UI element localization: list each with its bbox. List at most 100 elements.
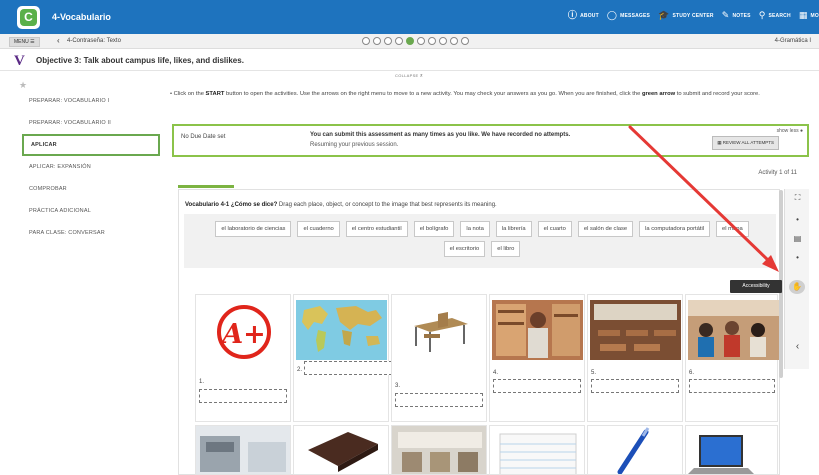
collapse-arrow-icon[interactable]: ‹ <box>785 341 810 352</box>
top-nav-search[interactable]: ⚲ SEARCH <box>759 11 791 20</box>
classroom-image <box>590 300 681 360</box>
bookstore-photo-icon <box>492 300 583 360</box>
word-chip[interactable]: el escritorio <box>443 241 486 257</box>
activity-title: Vocabulario 4-1 ¿Cómo se dice? Drag each… <box>185 202 497 208</box>
sidebar-item[interactable]: PREPARAR: VOCABULARIO I <box>22 90 160 112</box>
sidebar-item[interactable]: PARA CLASE: CONVERSAR <box>22 222 160 244</box>
word-chip[interactable]: el libro <box>491 241 521 257</box>
back-arrow-icon[interactable]: ‹ <box>57 36 60 45</box>
page-dots <box>362 37 469 45</box>
resume-message: Resuming your previous session. <box>310 142 399 148</box>
app-logo[interactable]: C <box>17 6 40 29</box>
cell-number: 5. <box>591 370 597 376</box>
fullscreen-icon[interactable]: ⛶ <box>785 193 810 203</box>
image-cell-3: 3. <box>391 294 487 422</box>
sub-bar: MENU ☰ ‹ 4-Contraseña: Texto 4-Gramática… <box>0 34 819 49</box>
word-chip[interactable]: el mapa <box>716 221 749 237</box>
desk-image <box>394 300 485 360</box>
image-cell-6: 6. <box>685 294 779 422</box>
page-dot[interactable] <box>428 37 436 45</box>
page-dot[interactable] <box>362 37 370 45</box>
study-center-icon: 🎓 <box>658 10 670 20</box>
image-cell-1: A+ 1. <box>195 294 291 422</box>
laptop-photo-icon <box>686 426 777 474</box>
top-nav-messages[interactable]: ◯ MESSAGES <box>607 11 650 20</box>
word-chip[interactable]: la nota <box>460 221 490 237</box>
page-dot[interactable] <box>461 37 469 45</box>
word-chip[interactable]: la librería <box>495 221 532 237</box>
notes-icon: ✎ <box>721 10 730 20</box>
word-chips: el laboratorio de ciencias el cuaderno el … <box>208 221 756 257</box>
menu-button[interactable]: MENU ☰ <box>9 37 40 47</box>
top-nav-study-center[interactable]: 🎓 STUDY CENTER <box>658 11 714 20</box>
office-photo-icon <box>392 426 486 474</box>
top-nav-label: ABOUT <box>580 12 599 19</box>
word-chip[interactable]: el salón de clase <box>577 221 634 237</box>
top-nav-mo[interactable]: ▦ MO <box>799 11 819 20</box>
logo-icon: C <box>20 9 37 26</box>
word-chip[interactable]: el centro estudiantil <box>345 221 408 237</box>
cell-number: 3. <box>395 383 401 389</box>
progress-line <box>178 185 234 188</box>
page-dot[interactable] <box>450 37 458 45</box>
instructions: • Click on the START button to open the … <box>170 90 810 98</box>
drop-zone-1[interactable] <box>199 389 287 403</box>
image-cell-10 <box>489 425 585 475</box>
top-nav: ⓘ ABOUT ◯ MESSAGES 🎓 STUDY CENTER ✎ NOTES ⚲ SEARC… <box>568 11 819 20</box>
tool-rail: ⛶ • ▤ • ‹ <box>784 189 809 369</box>
world-map-icon <box>296 300 387 360</box>
map-image <box>296 300 387 360</box>
page-dot[interactable] <box>417 37 425 45</box>
review-all-attempts-button[interactable]: ▦ REVIEW ALL ATTEMPTS <box>712 136 779 150</box>
drop-zone-2[interactable] <box>304 361 392 375</box>
sidebar-item[interactable]: PRÁCTICA ADICIONAL <box>22 200 160 222</box>
page-dot[interactable] <box>384 37 392 45</box>
objective-bar: V Objective 3: Talk about campus life, l… <box>0 50 819 71</box>
accessibility-icon[interactable]: ✋ <box>789 280 805 294</box>
green-arrow-keyword: green arrow <box>641 91 676 97</box>
next-page-link[interactable]: 4-Gramática I <box>775 38 811 44</box>
classroom-photo-icon <box>590 300 681 360</box>
previous-page-link[interactable]: 4-Contraseña: Texto <box>67 38 121 44</box>
top-nav-about[interactable]: ⓘ ABOUT <box>568 11 599 20</box>
sidebar-item[interactable]: COMPROBAR <box>22 178 160 200</box>
drop-zone-5[interactable] <box>591 379 679 393</box>
top-nav-label: NOTES <box>732 12 751 19</box>
page-dot[interactable] <box>439 37 447 45</box>
bookstore-image <box>492 300 583 360</box>
cell-number: 6. <box>689 370 695 376</box>
show-less-link[interactable]: show less ● <box>777 128 803 134</box>
image-cell-5: 5. <box>587 294 683 422</box>
collapse-button[interactable]: COLLAPSE ⊼ <box>395 73 423 78</box>
word-chip[interactable]: el cuarto <box>537 221 572 237</box>
about-icon: ⓘ <box>567 10 578 20</box>
attempts-message: You can submit this assessment as many t… <box>310 132 571 138</box>
dot-icon: • <box>796 253 799 262</box>
drop-zone-4[interactable] <box>493 379 581 393</box>
top-nav-label: STUDY CENTER <box>672 12 714 19</box>
word-chip[interactable]: el laboratorio de ciencias <box>215 221 292 237</box>
image-grid: A+ 1. 2. 3. 4. 5. 6. <box>193 291 779 475</box>
word-chip[interactable]: el bolígrafo <box>413 221 455 237</box>
instructions-text: • Click on the <box>170 91 206 97</box>
page-dot[interactable] <box>373 37 381 45</box>
image-cell-12 <box>685 425 778 475</box>
more-icon: ▦ <box>798 10 808 20</box>
page-dot[interactable] <box>395 37 403 45</box>
word-chip[interactable]: el cuaderno <box>297 221 340 237</box>
document-icon[interactable]: ▤ <box>785 234 810 243</box>
due-date-label: No Due Date set <box>181 134 226 140</box>
activity-counter: Activity 1 of 11 <box>758 170 797 176</box>
word-bank: el laboratorio de ciencias el cuaderno el … <box>184 214 776 268</box>
app-title: 4-Vocabulario <box>52 12 111 22</box>
drop-zone-3[interactable] <box>395 393 483 407</box>
word-chip[interactable]: la computadora portátil <box>639 221 711 237</box>
start-keyword: START <box>205 91 225 97</box>
notebook-photo-icon <box>490 426 584 474</box>
page-dot[interactable] <box>406 37 414 45</box>
drop-zone-6[interactable] <box>689 379 775 393</box>
sidebar-item[interactable]: APLICAR: EXPANSIÓN <box>22 156 160 178</box>
sidebar-item[interactable]: PREPARAR: VOCABULARIO II <box>22 112 160 134</box>
sidebar-item[interactable]: APLICAR <box>22 134 160 156</box>
top-nav-notes[interactable]: ✎ NOTES <box>722 11 751 20</box>
